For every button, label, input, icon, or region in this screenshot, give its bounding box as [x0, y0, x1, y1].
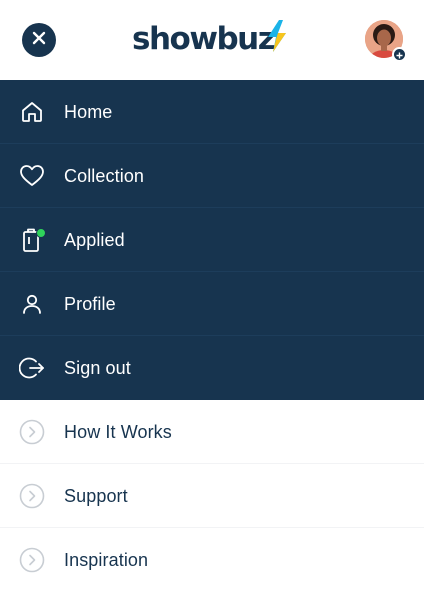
menu-item-home[interactable]: Home	[0, 80, 424, 144]
brand-name: showbuz	[132, 21, 276, 57]
heart-icon	[19, 163, 45, 189]
menu-item-applied[interactable]: Applied	[0, 208, 424, 272]
menu-item-sign-out[interactable]: Sign out	[0, 336, 424, 400]
menu-item-label: Sign out	[64, 358, 131, 378]
secondary-menu: How It Works Support Inspiration	[0, 400, 424, 596]
user-icon	[19, 291, 45, 317]
menu-item-support[interactable]: Support	[0, 464, 424, 528]
chevron-right-circle-icon	[19, 547, 45, 573]
chevron-right-circle-icon	[19, 419, 45, 445]
plus-icon	[396, 46, 403, 64]
close-menu-button[interactable]	[22, 23, 56, 57]
menu-item-label: Home	[64, 102, 113, 122]
close-icon	[32, 31, 46, 50]
menu-item-label: Inspiration	[64, 550, 149, 570]
menu-item-label: How It Works	[64, 422, 172, 442]
sign-out-icon	[19, 355, 45, 381]
brand-logo[interactable]: showbuz	[132, 17, 290, 61]
menu-item-inspiration[interactable]: Inspiration	[0, 528, 424, 592]
chevron-right-circle-icon	[19, 483, 45, 509]
menu-item-label: Collection	[64, 166, 145, 186]
add-photo-button[interactable]	[392, 47, 407, 62]
menu-item-label: Support	[64, 486, 128, 506]
menu-item-collection[interactable]: Collection	[0, 144, 424, 208]
menu-item-how-it-works[interactable]: How It Works	[0, 400, 424, 464]
lightning-bolt-icon	[264, 19, 290, 58]
primary-menu: Home Collection Applied Profile Sign out	[0, 80, 424, 400]
applied-status-dot	[36, 228, 46, 238]
menu-item-profile[interactable]: Profile	[0, 272, 424, 336]
header: showbuz	[0, 0, 424, 80]
home-icon	[19, 99, 45, 125]
menu-item-label: Profile	[64, 294, 116, 314]
menu-item-label: Applied	[64, 230, 125, 250]
